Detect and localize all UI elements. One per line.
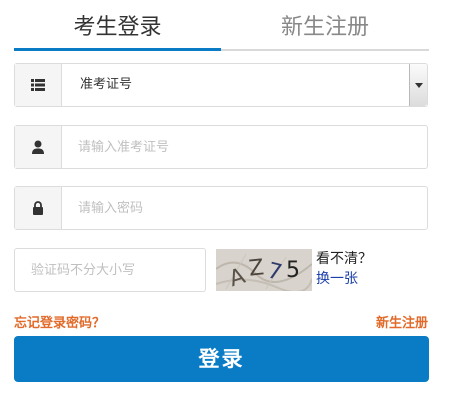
id-type-value: 准考证号 [80, 77, 133, 92]
list-icon [31, 79, 45, 91]
id-type-select[interactable]: 准考证号 [14, 63, 428, 107]
forgot-password-link[interactable]: 忘记登录密码？ [14, 312, 105, 331]
tab-student-login[interactable]: 考生登录 [14, 10, 221, 46]
svg-text:Z: Z [248, 255, 266, 281]
captcha-help-text: 看不清？ [316, 251, 372, 267]
login-tabs: 考生登录 新生注册 [14, 0, 429, 52]
tab-new-student-register[interactable]: 新生注册 [221, 10, 429, 46]
password-addon [15, 187, 62, 229]
user-icon [32, 140, 44, 154]
captcha-refresh-link[interactable]: 换一张 [316, 270, 358, 288]
username-input[interactable] [62, 126, 427, 168]
id-type-addon [15, 64, 62, 106]
username-field [14, 125, 428, 169]
captcha-field [14, 248, 206, 292]
tab-active-indicator [14, 48, 221, 51]
svg-text:5: 5 [286, 258, 300, 283]
login-button[interactable]: 登录 [14, 336, 429, 382]
register-link[interactable]: 新生注册 [376, 312, 428, 331]
username-addon [15, 126, 62, 168]
chevron-down-icon[interactable] [409, 64, 427, 106]
captcha-image[interactable]: A Z 7 5 [216, 249, 312, 291]
password-input[interactable] [62, 187, 427, 229]
password-field [14, 186, 428, 230]
captcha-input[interactable] [15, 249, 205, 291]
captcha-graphic: A Z 7 5 [216, 249, 312, 291]
lock-icon [33, 201, 43, 215]
